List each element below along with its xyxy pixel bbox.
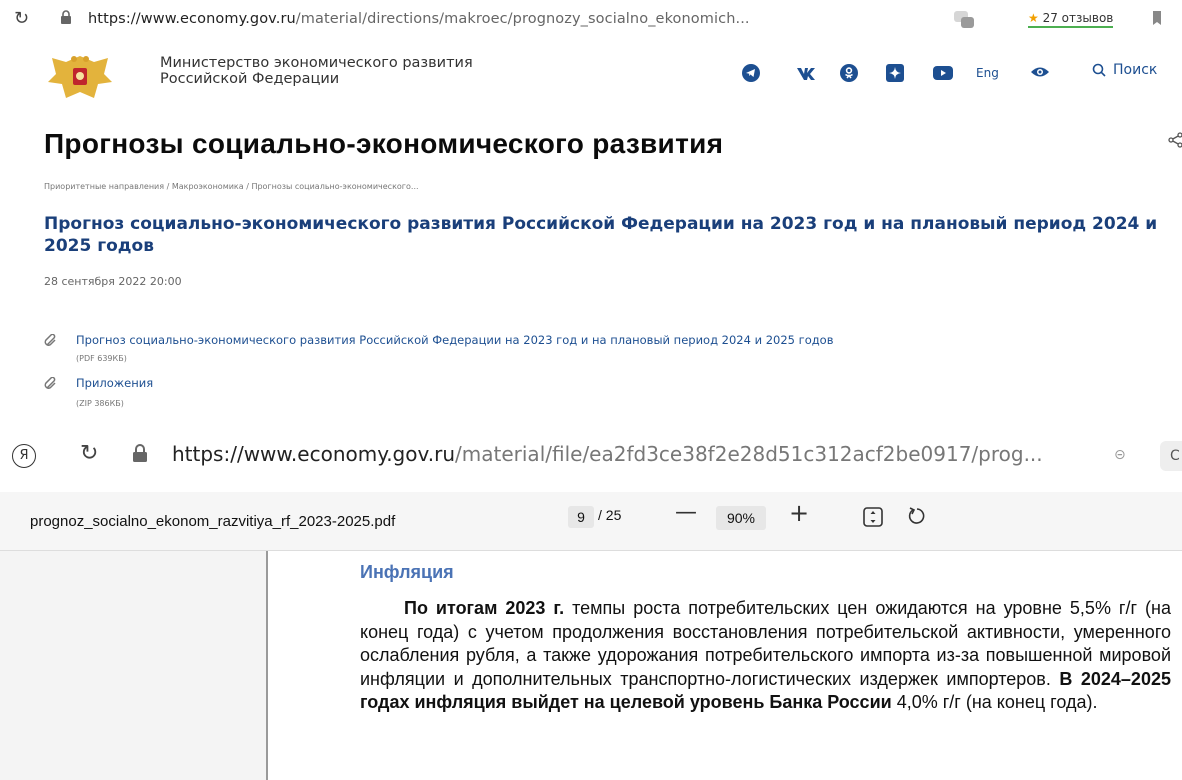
pdf-viewer[interactable]: Инфляция По итогам 2023 г. темпы роста п… — [0, 551, 1182, 780]
zoom-out-icon[interactable]: ⊝ — [1114, 447, 1126, 463]
pdf-toolbar: prognoz_socialno_ekonom_razvitiya_rf_202… — [0, 492, 1182, 551]
search-button[interactable]: Поиск — [1092, 62, 1157, 78]
page-title: Прогнозы социально-экономического развит… — [44, 128, 724, 159]
ministry-line2: Российской Федерации — [160, 71, 340, 87]
coat-of-arms-logo[interactable] — [44, 52, 116, 102]
rotate-icon[interactable] — [906, 505, 928, 527]
pdf-browser-address-bar: Я ↻ https://www.economy.gov.ru/material/… — [0, 435, 1182, 481]
pdf-paragraph: По итогам 2023 г. темпы роста потребител… — [360, 597, 1171, 715]
translate-icon[interactable] — [952, 8, 976, 30]
reviews-badge[interactable]: ★ 27 отзывов — [1028, 11, 1114, 28]
accessibility-eye-icon[interactable] — [1030, 64, 1050, 83]
url-host: https://www.economy.gov.ru — [88, 11, 296, 27]
lock-icon — [133, 444, 147, 462]
lock-icon — [61, 10, 71, 24]
fit-to-page-icon[interactable] — [862, 506, 884, 528]
page-total: / 25 — [598, 507, 622, 523]
star-icon: ★ — [1028, 11, 1039, 25]
page-number-input[interactable]: 9 — [568, 506, 594, 528]
pdf-bold-lead: По итогам 2023 г. — [404, 598, 565, 618]
yandex-logo-icon[interactable]: Я — [12, 444, 36, 468]
toolbar-button-icon[interactable]: C — [1160, 441, 1182, 471]
attachment-meta-zip: (ZIP 386КБ) — [76, 399, 124, 408]
pdf-text-2: 4,0% г/г (на конец года). — [891, 692, 1098, 712]
paperclip-icon — [44, 377, 56, 389]
pdf-filename: prognoz_socialno_ekonom_razvitiya_rf_202… — [30, 513, 396, 530]
search-label: Поиск — [1113, 62, 1158, 78]
zoom-out-button[interactable]: — — [675, 500, 697, 525]
url-host: https://www.economy.gov.ru — [172, 442, 456, 466]
attachment-link-pdf[interactable]: Прогноз социально-экономического развити… — [76, 333, 834, 347]
reviews-count: 27 отзывов — [1042, 11, 1114, 25]
zoom-level-input[interactable]: 90% — [716, 506, 766, 530]
url-path: /material/directions/makroec/prognozy_so… — [295, 11, 750, 27]
attachment-link-zip[interactable]: Приложения — [76, 376, 153, 390]
pdf-sidebar — [0, 551, 268, 780]
document-title: Прогноз социально-экономического развити… — [44, 214, 1158, 256]
ministry-line1: Министерство экономического развития — [160, 55, 473, 71]
reload-icon[interactable]: ↻ — [14, 8, 29, 29]
language-switch[interactable]: Eng — [976, 66, 999, 80]
vk-icon[interactable] — [794, 64, 820, 82]
telegram-icon[interactable] — [740, 64, 762, 82]
address-url[interactable]: https://www.economy.gov.ru/material/file… — [172, 442, 1043, 466]
url-path: /material/file/ea2fd3ce38f2e28d51c312acf… — [455, 442, 1043, 466]
ministry-name[interactable]: Министерство экономического развития Рос… — [160, 55, 473, 87]
browser-address-bar: ↻ https://www.economy.gov.ru/material/di… — [0, 0, 1182, 40]
pdf-section-heading: Инфляция — [360, 562, 454, 582]
address-url[interactable]: https://www.economy.gov.ru/material/dire… — [88, 11, 750, 27]
odnoklassniki-icon[interactable] — [838, 64, 860, 82]
search-icon — [1092, 63, 1106, 77]
breadcrumb[interactable]: Приоритетные направления / Макроэкономик… — [44, 182, 419, 191]
youtube-icon[interactable] — [932, 64, 954, 82]
zen-icon[interactable] — [884, 64, 906, 82]
publish-date: 28 сентября 2022 20:00 — [44, 275, 182, 288]
zoom-in-button[interactable]: + — [789, 499, 809, 527]
share-icon[interactable] — [1168, 132, 1182, 148]
attachment-meta-pdf: (PDF 639КБ) — [76, 354, 127, 363]
bookmark-icon[interactable] — [1152, 11, 1162, 25]
paperclip-icon — [44, 334, 56, 346]
reload-icon[interactable]: ↻ — [80, 441, 98, 466]
